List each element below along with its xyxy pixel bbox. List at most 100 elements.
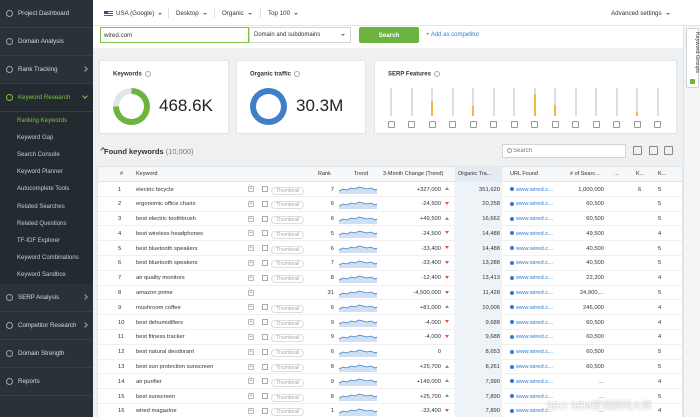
url-link[interactable]: www.wired.c... <box>516 187 553 193</box>
checkbox-icon[interactable] <box>262 245 268 252</box>
checkbox-icon[interactable] <box>262 304 268 311</box>
add-icon[interactable]: + <box>248 230 254 237</box>
help-icon[interactable] <box>144 71 151 77</box>
add-icon[interactable]: + <box>248 393 254 400</box>
table-row[interactable]: 1 electric bicycle + Thumbnail 7 +327,000 351,… <box>98 182 682 197</box>
keyword-cell[interactable]: best dehumidifiers <box>136 320 183 326</box>
serp-feature-icon[interactable] <box>551 121 559 128</box>
scope-select[interactable]: Domain and subdomains <box>249 27 351 43</box>
sidebar-subitem-keyword-planner[interactable]: Keyword Planner <box>0 163 93 181</box>
col-header[interactable]: Keyword <box>136 171 157 177</box>
checkbox-icon[interactable] <box>262 363 268 370</box>
checkbox-icon[interactable] <box>262 407 268 414</box>
add-icon[interactable]: + <box>248 186 254 192</box>
sidebar-subitem-ranking-keywords[interactable]: Ranking Keywords <box>0 112 93 130</box>
top-select[interactable]: Top 100 <box>268 10 299 17</box>
checkbox-icon[interactable] <box>262 274 268 281</box>
keyword-filter-input[interactable] <box>502 144 626 158</box>
add-icon[interactable]: + <box>248 348 254 355</box>
domain-input[interactable] <box>100 27 249 43</box>
col-header[interactable]: Trend <box>354 171 368 177</box>
serp-feature-icon[interactable] <box>510 121 518 128</box>
table-row[interactable]: 11 best fitness tracker + Thumbnail 9 -4,000 9… <box>98 329 682 345</box>
add-competitor-link[interactable]: + Add as competitor <box>426 32 479 38</box>
sidebar-subitem-keyword-sandbox[interactable]: Keyword Sandbox <box>0 266 93 284</box>
sidebar-item-rank-tracking[interactable]: Rank Tracking <box>0 56 93 84</box>
col-header[interactable]: Rank <box>318 171 331 177</box>
sidebar-item-competitor-research[interactable]: Competitor Research <box>0 312 93 340</box>
table-row[interactable]: 12 best natural deodorant + Thumbnail 6 0 8,65… <box>98 344 682 360</box>
table-row[interactable]: 9 mushroom coffee + Thumbnail 6 +81,000 10,006… <box>98 300 682 316</box>
keyword-cell[interactable]: air purifier <box>136 379 162 385</box>
filter-icon[interactable] <box>633 146 642 155</box>
add-icon[interactable]: + <box>248 274 254 281</box>
keyword-cell[interactable]: ergonomic office chairs <box>136 201 196 207</box>
sidebar-item-project-dashboard[interactable]: Project Dashboard <box>0 0 93 28</box>
checkbox-icon[interactable] <box>262 333 268 340</box>
serp-feature-icon[interactable] <box>531 121 538 128</box>
table-row[interactable]: 8 amazon prime +31 -4,500,000 11,428 www.wire… <box>98 285 682 301</box>
keyword-cell[interactable]: best electric toothbrush <box>136 216 196 222</box>
sidebar-item-domain-analysis[interactable]: Domain Analysis <box>0 28 93 56</box>
device-select[interactable]: Desktop <box>176 10 207 17</box>
sidebar-subitem-keyword-gap[interactable]: Keyword Gap <box>0 129 93 147</box>
table-row[interactable]: 2 ergonomic office chairs + Thumbnail 6 -24,5… <box>98 196 682 212</box>
serp-feature-icon[interactable] <box>449 121 456 128</box>
url-link[interactable]: www.wired.c... <box>516 379 553 385</box>
sidebar-subitem-keyword-combinations[interactable]: Keyword Combinations <box>0 249 93 267</box>
search-button[interactable]: Search <box>359 27 419 43</box>
url-link[interactable]: www.wired.c... <box>516 246 553 252</box>
serp-feature-icon[interactable] <box>572 121 579 128</box>
keyword-cell[interactable]: amazon prime <box>136 290 173 296</box>
keyword-groups-tab[interactable]: Keyword Groups <box>686 28 700 88</box>
keyword-cell[interactable]: best bluetooth speakers <box>136 246 198 252</box>
col-header[interactable]: K... <box>658 171 666 177</box>
col-header[interactable]: URL Found <box>510 171 538 177</box>
serp-feature-icon[interactable] <box>490 121 497 128</box>
serp-feature-icon[interactable] <box>387 121 395 128</box>
add-icon[interactable]: + <box>248 245 254 252</box>
help-icon[interactable] <box>294 71 301 77</box>
sidebar-item-serp-analysis[interactable]: SERP Analysis <box>0 284 93 312</box>
keyword-cell[interactable]: mushroom coffee <box>136 305 181 311</box>
col-header[interactable]: K... <box>636 171 644 177</box>
keyword-cell[interactable]: electric bicycle <box>136 187 174 193</box>
sidebar-subitem-tf-idf-explorer[interactable]: TF-IDF Explorer <box>0 232 93 250</box>
col-header[interactable]: Organic Tra... <box>455 167 502 182</box>
url-link[interactable]: www.wired.c... <box>516 290 553 296</box>
serp-feature-icon[interactable] <box>408 121 415 128</box>
table-row[interactable]: 10 best dehumidifiers + Thumbnail 9 -4,000 9,6… <box>98 315 682 330</box>
sidebar-subitem-related-searches[interactable]: Related Searches <box>0 197 93 216</box>
keyword-cell[interactable]: air quality monitors <box>136 275 185 281</box>
country-select[interactable]: USA (Google) <box>104 10 163 17</box>
sidebar-subitem-search-console[interactable]: Search Console <box>0 146 93 164</box>
sidebar-subitem-related-questions[interactable]: Related Questions <box>0 215 93 233</box>
keyword-cell[interactable]: best sunscreen <box>136 394 175 400</box>
checkbox-icon[interactable] <box>262 186 268 192</box>
keyword-cell[interactable]: wired magazine <box>136 408 177 414</box>
url-link[interactable]: www.wired.c... <box>516 349 553 355</box>
checkbox-icon[interactable] <box>262 215 268 222</box>
add-icon[interactable]: + <box>248 215 254 222</box>
checkbox-icon[interactable] <box>262 393 268 400</box>
col-header[interactable]: 3-Month Change (Trend) <box>383 171 443 177</box>
table-row[interactable]: 6 best bluetooth speakers + Thumbnail 7 -33,4… <box>98 255 682 271</box>
checkbox-icon[interactable] <box>262 319 268 326</box>
serp-feature-icon[interactable] <box>469 121 477 128</box>
add-icon[interactable]: + <box>248 407 254 414</box>
table-row[interactable]: 4 best wireless headphones + Thumbnail 5 -24,… <box>98 226 682 242</box>
serp-feature-icon[interactable] <box>654 121 661 128</box>
url-link[interactable]: www.wired.c... <box>516 201 553 207</box>
col-header[interactable]: ... <box>614 171 619 177</box>
export-icon[interactable] <box>649 146 658 155</box>
keyword-cell[interactable]: best natural deodorant <box>136 349 194 355</box>
checkbox-icon[interactable] <box>262 259 268 266</box>
add-icon[interactable]: + <box>248 319 254 326</box>
url-link[interactable]: www.wired.c... <box>516 231 553 237</box>
col-header[interactable]: # <box>120 171 123 177</box>
serp-feature-icon[interactable] <box>613 121 620 128</box>
add-icon[interactable]: + <box>248 259 254 266</box>
help-icon[interactable] <box>433 71 440 77</box>
url-link[interactable]: www.wired.c... <box>516 334 553 340</box>
add-icon[interactable]: + <box>248 378 254 385</box>
